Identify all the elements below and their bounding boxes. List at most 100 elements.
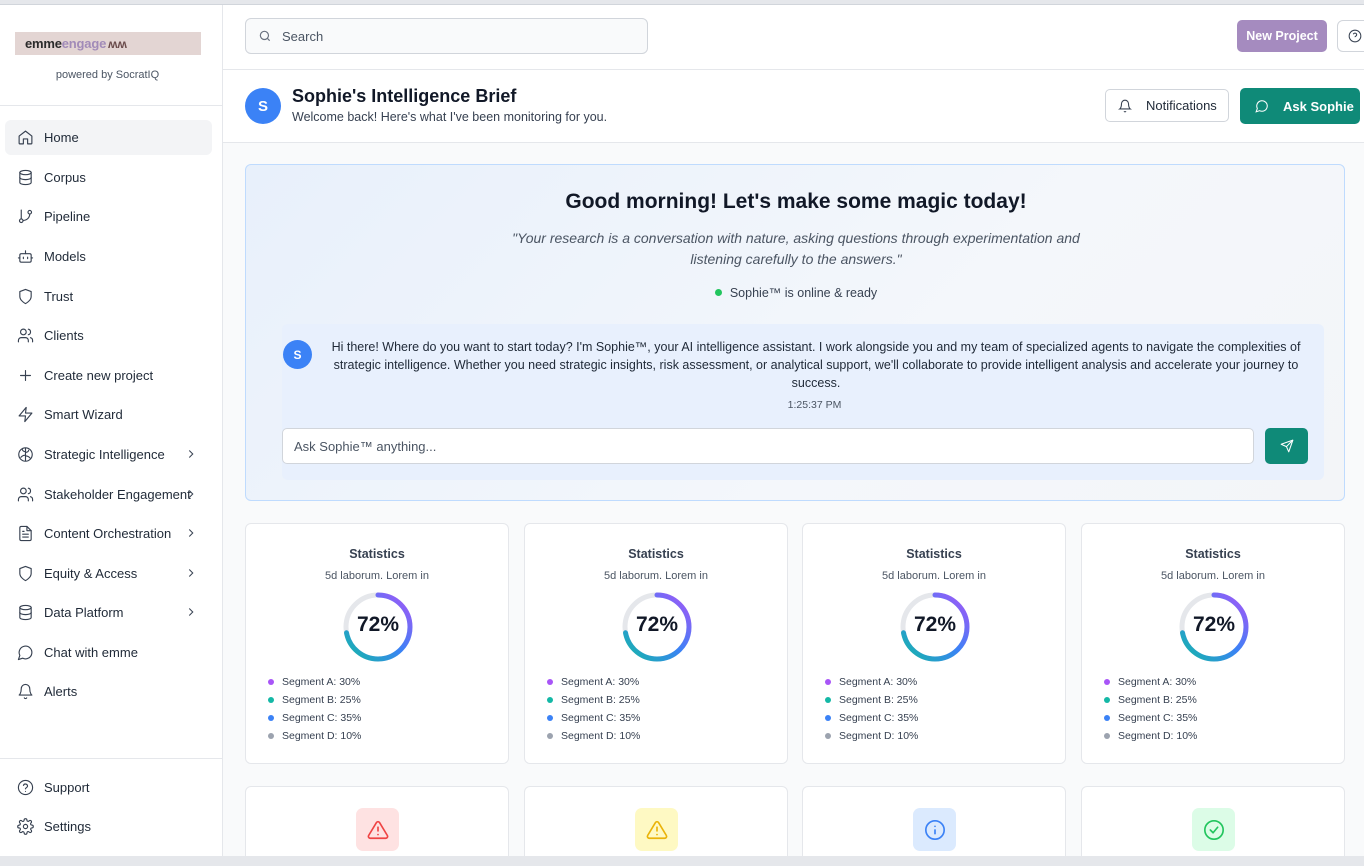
sidebar-item-icon: [16, 644, 34, 662]
legend-label: Segment B: 25%: [282, 694, 361, 706]
sidebar-item-models[interactable]: Models: [5, 239, 212, 274]
bot-icon: [17, 250, 33, 263]
sophie-avatar: S: [245, 88, 281, 124]
check-circle-icon: [1203, 819, 1224, 840]
sidebar-divider: [0, 105, 222, 106]
donut-value: 72%: [356, 613, 400, 636]
legend-item: Segment D: 10%: [268, 727, 361, 745]
online-status: Sophie™ is online & ready: [246, 286, 1346, 300]
statistics-card[interactable]: Statistics 5d laborum. Lorem in 72% Segmen…: [1081, 523, 1345, 764]
sidebar-item-pipeline[interactable]: Pipeline: [5, 199, 212, 234]
bell-icon: [18, 683, 32, 700]
sidebar-item-create-new-project[interactable]: Create new project: [5, 358, 212, 393]
legend-swatch: [1104, 679, 1110, 685]
chat-icon: [1255, 100, 1268, 113]
sidebar-item-label: Create new project: [44, 368, 154, 383]
donut-value: 72%: [635, 613, 679, 636]
sidebar-item-icon: [16, 248, 34, 266]
sidebar-item-label: Home: [44, 130, 79, 145]
sidebar-item-chat-with-emme[interactable]: Chat with emme: [5, 635, 212, 670]
sidebar-item-settings[interactable]: Settings: [5, 809, 212, 844]
sidebar-item-home[interactable]: Home: [5, 120, 212, 155]
card-subtitle: 5d laborum. Lorem in: [1161, 570, 1265, 582]
brain-icon: [17, 447, 33, 462]
search-icon: [259, 30, 271, 42]
alert-card[interactable]: [245, 786, 509, 866]
plus-icon: [19, 369, 31, 382]
card-subtitle: 5d laborum. Lorem in: [604, 570, 708, 582]
notifications-button[interactable]: Notifications: [1105, 89, 1229, 122]
sidebar-item-content-orchestration[interactable]: Content Orchestration: [5, 516, 212, 551]
chevron-right-icon[interactable]: [184, 447, 198, 461]
alert-icon-box: [1192, 808, 1235, 851]
legend-item: Segment A: 30%: [825, 673, 918, 691]
sidebar-item-clients[interactable]: Clients: [5, 318, 212, 353]
sidebar-item-stakeholder-engagement[interactable]: Stakeholder Engagement: [5, 477, 212, 512]
info-icon: [924, 819, 945, 840]
legend-item: Segment A: 30%: [547, 673, 640, 691]
bell-icon: [1118, 99, 1132, 112]
alert-card[interactable]: [1081, 786, 1345, 866]
sidebar-item-alerts[interactable]: Alerts: [5, 674, 212, 709]
sidebar-item-label: Settings: [44, 819, 91, 834]
statistics-card[interactable]: Statistics 5d laborum. Lorem in 72% Segmen…: [802, 523, 1066, 764]
alert-card[interactable]: [524, 786, 788, 866]
sidebar-item-equity-access[interactable]: Equity & Access: [5, 556, 212, 591]
message-text: Hi there! Where do you want to start tod…: [331, 340, 1301, 390]
sidebar-item-smart-wizard[interactable]: Smart Wizard: [5, 397, 212, 432]
chevron-right-icon[interactable]: [184, 566, 198, 580]
shield-icon: [18, 565, 32, 582]
sidebar-item-icon: [16, 169, 34, 187]
donut-value: 72%: [1192, 613, 1236, 636]
legend-swatch: [268, 679, 274, 685]
sidebar-item-data-platform[interactable]: Data Platform: [5, 595, 212, 630]
database-icon: [18, 604, 32, 621]
sidebar-item-icon: [16, 565, 34, 583]
legend-swatch: [1104, 733, 1110, 739]
chat-icon: [17, 645, 32, 661]
sidebar-item-corpus[interactable]: Corpus: [5, 160, 212, 195]
sidebar-item-icon: [16, 367, 34, 385]
ask-sophie-button[interactable]: Ask Sophie: [1240, 88, 1360, 124]
sidebar-item-trust[interactable]: Trust: [5, 279, 212, 314]
statistics-card[interactable]: Statistics 5d laborum. Lorem in 72% Segmen…: [524, 523, 788, 764]
zap-icon: [18, 406, 32, 423]
ask-sophie-input[interactable]: [282, 428, 1254, 464]
card-title: Statistics: [906, 547, 962, 561]
search-box[interactable]: [245, 18, 648, 54]
legend-label: Segment D: 10%: [839, 730, 919, 742]
sidebar-item-label: Pipeline: [44, 209, 91, 224]
help-button[interactable]: [1337, 20, 1364, 52]
legend-item: Segment A: 30%: [1104, 673, 1197, 691]
greeting-title: Good morning! Let's make some magic toda…: [565, 190, 1027, 213]
legend-label: Segment A: 30%: [561, 676, 640, 688]
chevron-right-icon[interactable]: [184, 605, 198, 619]
legend-item: Segment C: 35%: [268, 709, 361, 727]
alert-icon-box: [356, 808, 399, 851]
online-status-text: Sophie™ is online & ready: [729, 286, 878, 300]
send-button[interactable]: [1265, 428, 1308, 464]
page-subtitle: Welcome back! Here's what I've been moni…: [292, 110, 608, 124]
statistics-card[interactable]: Statistics 5d laborum. Lorem in 72% Segmen…: [245, 523, 509, 764]
help-circle-icon: [17, 779, 33, 796]
chevron-right-icon[interactable]: [184, 487, 198, 501]
sidebar-item-support[interactable]: Support: [5, 770, 212, 805]
sidebar-item-label: Models: [44, 249, 86, 264]
alert-icon-box: [913, 808, 956, 851]
chart-legend: Segment A: 30% Segment B: 25% Segment C: 3…: [825, 673, 918, 745]
alert-card[interactable]: [802, 786, 1066, 866]
new-project-button[interactable]: New Project: [1237, 20, 1327, 52]
sidebar-item-icon: [16, 129, 34, 147]
help-circle-icon: [1348, 29, 1362, 43]
brand-logo[interactable]: emmeengage ʍʍ: [15, 32, 201, 55]
greeting-panel: Good morning! Let's make some magic toda…: [245, 164, 1345, 501]
search-input[interactable]: [282, 28, 612, 44]
chevron-right-icon[interactable]: [184, 526, 198, 540]
ask-sophie-label: Ask Sophie: [1283, 98, 1354, 114]
legend-swatch: [825, 679, 831, 685]
legend-swatch: [268, 715, 274, 721]
sidebar-item-strategic-intelligence[interactable]: Strategic Intelligence: [5, 437, 212, 472]
sidebar: emmeengage ʍʍ powered by SocratIQ Home Co…: [0, 5, 223, 856]
card-title: Statistics: [349, 547, 405, 561]
legend-label: Segment B: 25%: [1118, 694, 1197, 706]
